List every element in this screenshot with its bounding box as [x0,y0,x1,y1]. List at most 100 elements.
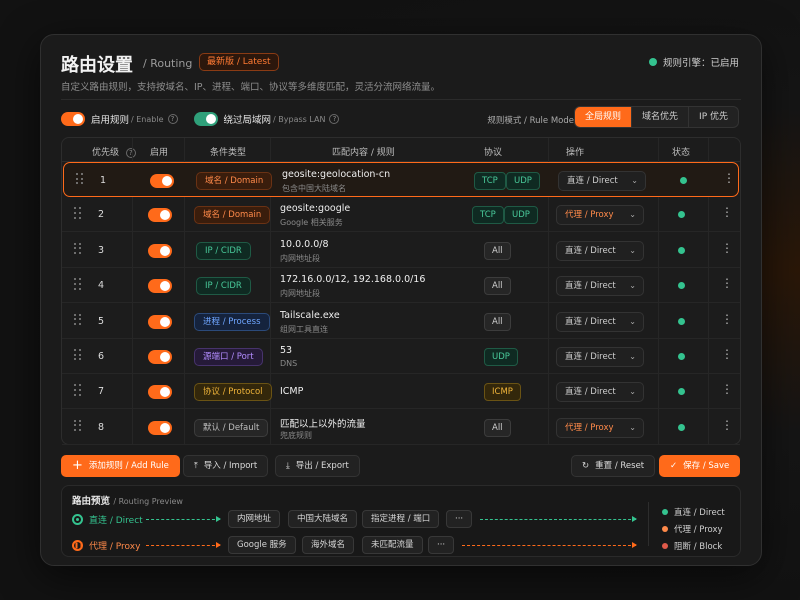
row-action-select[interactable]: 代理 / Proxy ⌄ [556,417,644,438]
row-enable-toggle[interactable] [148,243,172,262]
enable-rules-label: 启用规则 [91,115,130,126]
row-priority: 7 [98,386,105,398]
direct-chip-more[interactable]: ··· [446,510,473,528]
routing-preview: 路由预览 / Routing Preview 直连 / Direct 内网地址 … [61,485,741,557]
status-dot-icon [648,58,657,66]
chevron-down-icon: ⌄ [629,245,636,255]
row-action-select[interactable]: 直连 / Direct ⌄ [556,276,644,297]
pause-icon: ❚❚ [72,539,85,551]
export-button[interactable]: ⤓ 导出 / Export [275,455,360,477]
more-menu-icon[interactable]: ⋮ [723,171,735,185]
reset-icon: ↻ [582,461,590,471]
toolbar: 启用规则 / Enable ? 绕过局域网 / Bypass LAN ? [61,109,340,129]
row-match: 53 [280,345,293,356]
row-match: 172.16.0.0/12, 192.168.0.0/16 [280,274,426,286]
chevron-down-icon: ⌄ [629,316,636,326]
chevron-down-icon: ⌄ [629,281,636,291]
table-row[interactable]: 3 IP / CIDR 10.0.0.0/8 内网地址段 All 直连 / Direct ⌄… [62,233,740,268]
proxy-chip-more[interactable]: ··· [428,536,455,554]
table-row[interactable]: 7 协议 / Protocol ICMP ICMP 直连 / Direct ⌄ ⋮ [62,374,740,410]
row-type-badge: 域名 / Domain [196,172,273,190]
more-menu-icon[interactable]: ⋮ [721,241,733,255]
preview-direct-row: 直连 / Direct [72,510,143,528]
row-enable-toggle[interactable] [148,420,172,439]
proxy-label: 代理 / Proxy [89,541,141,552]
proxy-arrow [462,542,637,548]
row-action-select[interactable]: 代理 / Proxy ⌄ [556,205,644,226]
legend-label: 阻断 / Block [674,542,723,552]
row-enable-toggle[interactable] [148,278,172,297]
row-action-select[interactable]: 直连 / Direct ⌄ [556,311,644,332]
drag-handle-icon[interactable] [74,278,82,290]
row-note: 包含中国大陆域名 [282,184,346,193]
row-note: Google 相关服务 [280,218,343,228]
row-protocol-badge: UDP [504,206,538,225]
row-type-badge: 默认 / Default [194,418,269,437]
chevron-down-icon: ⌄ [629,422,636,432]
drag-handle-icon[interactable] [74,349,82,361]
row-action-select[interactable]: 直连 / Direct ⌄ [556,347,644,367]
row-status-dot-icon [678,211,685,219]
drag-handle-icon[interactable] [74,384,82,396]
row-priority: 8 [98,421,105,433]
engine-status-text: 规则引擎：已启用 [662,58,739,69]
table-row[interactable]: 6 源端口 / Port 53 DNS UDP 直连 / Direct ⌄ ⋮ [62,339,740,374]
import-label: 导入 / Import [203,461,258,471]
chevron-down-icon: ⌄ [629,352,636,361]
bypass-lan-toggle[interactable] [193,112,218,126]
row-action-select[interactable]: 直连 / Direct ⌄ [558,171,646,191]
divider [61,99,741,100]
add-rule-button[interactable]: + 添加规则 / Add Rule [61,455,180,477]
row-protocol-badge: ICMP [484,383,521,402]
more-menu-icon[interactable]: ⋮ [721,347,733,361]
row-action-value: 直连 / Direct [565,352,616,362]
table-row[interactable]: 8 默认 / Default 匹配以上以外的流量 兜底规则 All 代理 / Proxy ⌄… [62,410,740,445]
row-enable-toggle[interactable] [150,173,174,192]
col-status: 状态 [672,148,691,158]
save-button[interactable]: ✓ 保存 / Save [659,455,741,477]
row-action-value: 代理 / Proxy [565,422,614,433]
row-action-value: 直连 / Direct [567,176,618,186]
row-enable-toggle[interactable] [148,314,172,333]
upload-icon: ⤒ [194,461,198,471]
row-note: 组网工具直连 [280,324,328,334]
table-row[interactable]: 5 进程 / Process Tailscale.exe 组网工具直连 All 直连 / … [62,304,740,339]
drag-handle-icon[interactable] [74,313,82,326]
drag-handle-icon[interactable] [76,173,84,185]
legend-dot-icon [662,543,668,549]
row-enable-toggle[interactable] [148,384,172,403]
more-menu-icon[interactable]: ⋮ [721,312,733,326]
more-menu-icon[interactable]: ⋮ [721,382,733,396]
more-menu-icon[interactable]: ⋮ [721,205,733,219]
direct-chip: 内网地址 [228,510,281,528]
table-row[interactable]: 2 域名 / Domain geosite:google Google 相关服务 TCP… [62,197,740,233]
table-row[interactable]: 4 IP / CIDR 172.16.0.0/12, 192.168.0.0/16 内… [62,268,740,304]
row-action-select[interactable]: 直连 / Direct ⌄ [556,382,644,403]
more-menu-icon[interactable]: ⋮ [721,276,733,290]
table-row[interactable]: 1 域名 / Domain geosite:geolocation-cn 包含中国大陆… [63,162,739,197]
help-icon[interactable]: ? [167,114,178,124]
enable-rules-sub: / Enable [131,114,164,124]
more-menu-icon[interactable]: ⋮ [721,418,733,432]
mode-ip-first[interactable]: IP 优先 [688,107,738,127]
row-protocol-badge: UDP [484,348,518,366]
drag-handle-icon[interactable] [74,207,82,219]
export-label: 导出 / Export [295,461,349,471]
drag-handle-icon[interactable] [74,242,82,255]
row-action-select[interactable]: 直连 / Direct ⌄ [556,240,644,261]
drag-handle-icon[interactable] [74,419,82,432]
row-note: DNS [280,359,298,368]
help-icon[interactable]: ? [329,114,340,124]
import-button[interactable]: ⤒ 导入 / Import [183,455,269,477]
row-action-value: 代理 / Proxy [565,210,614,221]
proxy-arrow [146,542,221,548]
row-enable-toggle[interactable] [148,207,172,226]
latest-badge: 最新版 / Latest [199,53,279,71]
row-match: 匹配以上以外的流量 [280,418,366,430]
help-icon[interactable]: ? [125,148,136,158]
row-enable-toggle[interactable] [148,349,172,368]
reset-button[interactable]: ↻ 重置 / Reset [571,455,656,477]
enable-rules-toggle[interactable] [61,112,85,126]
mode-global[interactable]: 全局规则 [575,107,632,127]
mode-domain-first[interactable]: 域名优先 [631,107,688,127]
